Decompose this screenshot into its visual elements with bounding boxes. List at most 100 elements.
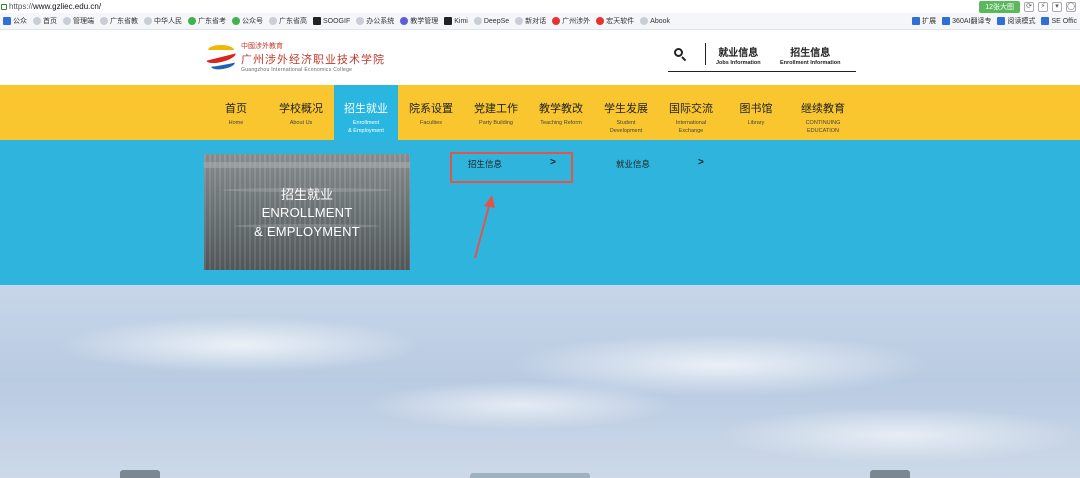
bookmark-item[interactable]: Kimi bbox=[441, 17, 471, 25]
url-text[interactable]: https://www.gzliec.edu.cn/ bbox=[9, 2, 101, 11]
bookmark-item[interactable]: 首页 bbox=[30, 16, 60, 26]
bookmark-item[interactable]: 广东省教 bbox=[97, 16, 141, 26]
toolbar-item-icon bbox=[1041, 17, 1050, 25]
bookmark-label: 新对话 bbox=[525, 18, 547, 25]
nav-item-label: 教学教改 bbox=[539, 103, 583, 115]
logo-top-text: 中國涉外教育 bbox=[241, 43, 283, 50]
bookmark-label: 教学管理 bbox=[410, 18, 439, 25]
lightning-icon[interactable]: ⚡ bbox=[1038, 1, 1048, 12]
search-engine-icon[interactable]: ◯ bbox=[1066, 1, 1076, 12]
nav-item-english: Faculties bbox=[419, 120, 442, 126]
bookmark-item[interactable]: 宏天软件 bbox=[593, 16, 637, 26]
college-logo[interactable]: 中國涉外教育 广州涉外经济职业技术学院 Guangzhou Internatio… bbox=[205, 41, 385, 73]
bookmark-label: Abook bbox=[650, 17, 671, 25]
bookmark-item[interactable]: 广州涉外 bbox=[549, 16, 593, 26]
bookmark-label: 广东省考 bbox=[198, 18, 226, 25]
dropdown-link-enrollment-label: 招生信息 bbox=[468, 159, 503, 169]
nav-item-english: Exchange bbox=[678, 128, 704, 134]
refresh-icon[interactable]: ⟳ bbox=[1024, 1, 1034, 12]
dropdown-link-enrollment[interactable]: 招生信息 > bbox=[468, 157, 558, 172]
bookmark-item[interactable]: 新对话 bbox=[512, 16, 549, 26]
bookmark-item[interactable]: 中华人民 bbox=[141, 16, 185, 26]
bookmark-item[interactable]: DeepSe bbox=[471, 17, 512, 25]
bookmark-label: 公众号 bbox=[242, 18, 263, 25]
nav-item[interactable]: 图书馆 Library bbox=[724, 85, 788, 140]
enroll-info-link[interactable]: 招生信息 Enrollment Information bbox=[780, 44, 841, 66]
nav-item-english: Home bbox=[228, 120, 244, 126]
toolbar-item[interactable]: SE Offic bbox=[1038, 16, 1080, 26]
bookmark-item[interactable]: 办公系统 bbox=[353, 16, 397, 26]
image-count-tag[interactable]: 12张大图 bbox=[979, 0, 1020, 13]
toolbar-item-label: 扩展 bbox=[922, 18, 937, 25]
divider bbox=[705, 43, 706, 65]
toolbar-item-label: 360AI翻译专 bbox=[952, 18, 992, 25]
nav-item[interactable]: 党建工作 Party Building bbox=[464, 85, 528, 140]
enroll-info-en: Enrollment Information bbox=[780, 60, 841, 66]
logo-mark-icon bbox=[205, 42, 239, 72]
bookmark-favicon-icon bbox=[356, 17, 365, 25]
nav-item-english: Student bbox=[616, 120, 636, 126]
nav-item-english: EDUCATION bbox=[807, 128, 839, 134]
address-bar[interactable]: https://www.gzliec.edu.cn/ 12张大图 ⟳ ⚡ ▾ ◯ bbox=[0, 0, 1080, 13]
secure-lock-icon bbox=[1, 3, 7, 10]
bookmark-item[interactable]: 教学管理 bbox=[397, 16, 441, 26]
bookmark-label: 宏天软件 bbox=[606, 18, 635, 25]
bookmark-favicon-icon bbox=[3, 17, 11, 25]
toolbar-item[interactable]: 扩展 bbox=[909, 16, 939, 26]
bookmark-favicon-icon bbox=[100, 17, 108, 25]
jobs-info-link[interactable]: 就业信息 Jobs Information bbox=[716, 44, 761, 66]
bookmark-label: 广东省教 bbox=[110, 18, 138, 25]
bookmarks-bar: 公众 首页 管理端 广东省教 中华人民 广东省考 公众号 广东省高 SOOGIF 办公系统 教学管理… bbox=[0, 13, 1080, 30]
chevron-down-icon[interactable]: ▾ bbox=[1052, 1, 1062, 12]
nav-item-english: Teaching Reform bbox=[540, 120, 582, 126]
bookmark-item[interactable]: 广东省高 bbox=[266, 16, 310, 26]
nav-item[interactable]: 首页 Home bbox=[205, 85, 267, 140]
nav-item-label: 学校概况 bbox=[279, 103, 323, 115]
bookmark-favicon-icon bbox=[144, 17, 152, 25]
bookmark-favicon-icon bbox=[473, 17, 482, 25]
dropdown-link-jobs-label: 就业信息 bbox=[616, 159, 651, 169]
logo-english: Guangzhou International Economics Colleg… bbox=[241, 67, 353, 73]
toolbar-item-icon bbox=[942, 17, 951, 25]
nav-item-english: Development bbox=[609, 128, 643, 134]
bookmark-favicon-icon bbox=[596, 17, 605, 25]
nav-item[interactable]: 学生发展 Student Development bbox=[594, 85, 658, 140]
toolbar-item[interactable]: 360AI翻译专 bbox=[939, 16, 994, 26]
jobs-info-en: Jobs Information bbox=[716, 60, 761, 66]
nav-item[interactable]: 学校概况 About Us bbox=[269, 85, 333, 140]
search-icon[interactable] bbox=[673, 47, 687, 62]
chevron-right-icon: > bbox=[550, 157, 556, 168]
hero-banner-image bbox=[0, 285, 1080, 478]
bookmark-label: DeepSe bbox=[483, 17, 510, 25]
url-host: www.gzliec.edu.cn/ bbox=[33, 2, 102, 11]
nav-item-english: Library bbox=[747, 120, 765, 126]
nav-item[interactable]: 继续教育 CONTINUING EDUCATION bbox=[789, 85, 857, 140]
site-header: 中國涉外教育 广州涉外经济职业技术学院 Guangzhou Internatio… bbox=[0, 30, 1080, 85]
nav-item[interactable]: 国际交流 International Exchange bbox=[659, 85, 723, 140]
url-scheme: https:// bbox=[9, 2, 34, 11]
bookmark-label: SOOGIF bbox=[323, 17, 351, 25]
bookmark-item[interactable]: 公众 bbox=[0, 16, 30, 26]
bookmark-favicon-icon bbox=[63, 17, 71, 25]
bookmark-favicon-icon bbox=[313, 17, 321, 25]
dropdown-photo: 招生就业 ENROLLMENT & EMPLOYMENT bbox=[204, 154, 410, 270]
bookmark-favicon-icon bbox=[400, 17, 409, 25]
bookmark-label: 办公系统 bbox=[366, 18, 395, 25]
toolbar-item[interactable]: 阅读模式 bbox=[994, 16, 1038, 26]
annotation-arrow-icon bbox=[474, 195, 495, 259]
nav-item[interactable]: 招生就业 Enrollment & Employment bbox=[334, 85, 398, 140]
bookmark-favicon-icon bbox=[444, 17, 453, 25]
nav-item-english: Enrollment bbox=[352, 120, 380, 126]
bookmark-item[interactable]: SOOGIF bbox=[310, 17, 353, 25]
nav-item[interactable]: 院系设置 Faculties bbox=[399, 85, 463, 140]
bookmark-item[interactable]: Abook bbox=[637, 17, 673, 25]
toolbar-item-label: 阅读模式 bbox=[1007, 18, 1036, 25]
bookmark-item[interactable]: 广东省考 bbox=[185, 16, 229, 26]
bookmark-item[interactable]: 公众号 bbox=[229, 16, 266, 26]
jobs-info-zh: 就业信息 bbox=[718, 48, 759, 59]
nav-dropdown-panel: 招生就业 ENROLLMENT & EMPLOYMENT 招生信息 > 就业信息… bbox=[0, 140, 1080, 285]
nav-item-english: Party Building bbox=[479, 120, 513, 126]
nav-item[interactable]: 教学教改 Teaching Reform bbox=[529, 85, 593, 140]
dropdown-link-jobs[interactable]: 就业信息 > bbox=[616, 157, 706, 172]
bookmark-item[interactable]: 管理端 bbox=[60, 16, 97, 26]
